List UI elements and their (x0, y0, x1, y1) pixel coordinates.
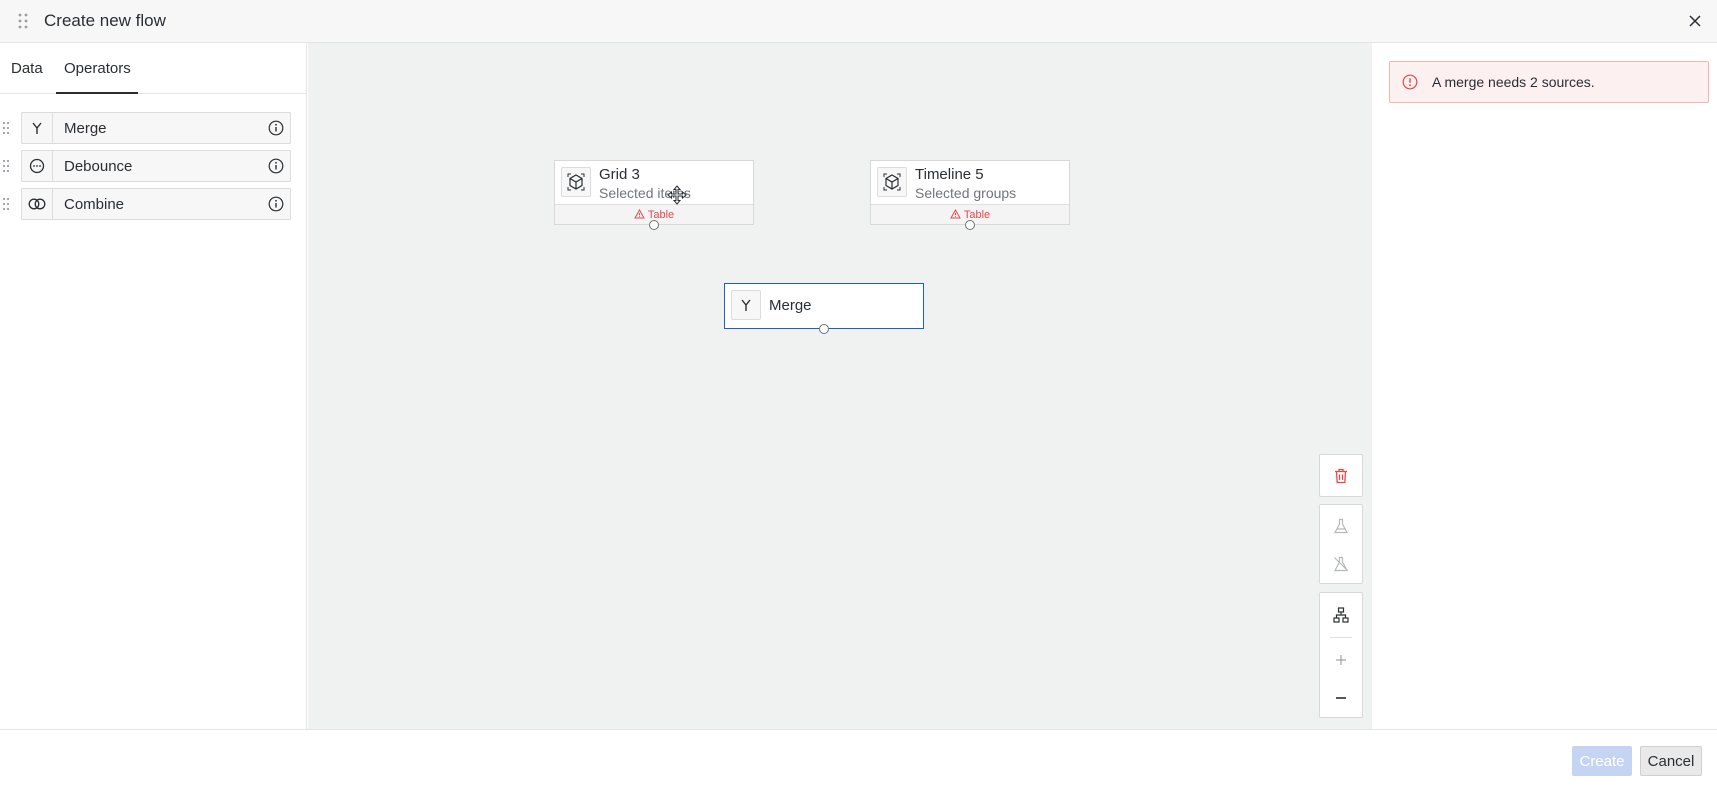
node-subtitle: Selected groups (915, 185, 1017, 201)
cube-icon (561, 167, 591, 197)
error-message: A merge needs 2 sources. (1432, 74, 1595, 90)
combine-icon (22, 189, 53, 219)
tab-data[interactable]: Data (11, 60, 43, 77)
operator-card[interactable]: Debounce (21, 150, 291, 182)
operator-label: Combine (64, 196, 125, 213)
flow-canvas[interactable]: Grid 3 Selected items Table Timeline 5 S… (308, 43, 1372, 729)
control-divider (1330, 637, 1352, 638)
node-output-port[interactable] (965, 220, 975, 230)
panel-tabs: Data Operators (0, 43, 306, 94)
operator-label: Debounce (64, 158, 133, 175)
drag-grip-icon[interactable] (17, 12, 29, 30)
error-banner: A merge needs 2 sources. (1389, 61, 1709, 103)
operator-card[interactable]: Combine (21, 188, 291, 220)
delete-icon[interactable] (1320, 458, 1362, 494)
info-icon[interactable] (267, 157, 285, 175)
node-title: Merge (769, 297, 812, 314)
operators-panel: Data Operators Merge Debounce Combine (0, 43, 307, 729)
flow-node-merge[interactable]: Merge (724, 283, 924, 329)
operator-label: Merge (64, 120, 107, 137)
operator-item-debounce[interactable]: Debounce (0, 150, 306, 182)
info-icon[interactable] (267, 119, 285, 137)
cube-icon (877, 167, 907, 197)
drag-handle-icon[interactable] (2, 197, 10, 211)
tab-operators[interactable]: Operators (64, 60, 131, 77)
dialog-footer: Create Cancel (0, 729, 1717, 787)
node-title: Grid 3 (599, 166, 640, 183)
node-title: Timeline 5 (915, 166, 984, 183)
operator-card[interactable]: Merge (21, 112, 291, 144)
dialog-title: Create new flow (44, 11, 166, 30)
drag-handle-icon[interactable] (2, 121, 10, 135)
merge-icon (731, 290, 761, 320)
flow-node-grid-3[interactable]: Grid 3 Selected items Table (554, 160, 754, 225)
flow-node-timeline-5[interactable]: Timeline 5 Selected groups Table (870, 160, 1070, 225)
plus-icon[interactable] (1320, 642, 1362, 678)
merge-icon (22, 113, 53, 143)
flask-icon[interactable] (1320, 508, 1362, 544)
cancel-button[interactable]: Cancel (1640, 746, 1702, 776)
delete-control (1319, 454, 1363, 497)
test-controls (1319, 504, 1363, 584)
create-button[interactable]: Create (1572, 746, 1632, 776)
validation-panel: A merge needs 2 sources. (1372, 43, 1717, 729)
layout-zoom-controls (1319, 592, 1363, 718)
active-tab-indicator (56, 92, 138, 94)
dialog-header: Create new flow (0, 0, 1717, 43)
warning-icon (633, 206, 645, 224)
minus-icon[interactable] (1320, 680, 1362, 716)
output-type-label: Table (647, 208, 675, 221)
node-output-port[interactable] (819, 324, 829, 334)
debounce-icon (22, 151, 53, 181)
close-icon[interactable] (1683, 9, 1707, 33)
error-icon (1402, 74, 1420, 92)
output-type-label: Table (963, 208, 991, 221)
hierarchy-icon[interactable] (1320, 597, 1362, 633)
operator-item-combine[interactable]: Combine (0, 188, 306, 220)
operator-item-merge[interactable]: Merge (0, 112, 306, 144)
flask-off-icon[interactable] (1320, 546, 1362, 582)
node-output-port[interactable] (649, 220, 659, 230)
move-cursor-icon (667, 185, 687, 210)
drag-handle-icon[interactable] (2, 159, 10, 173)
warning-icon (949, 206, 961, 224)
info-icon[interactable] (267, 195, 285, 213)
